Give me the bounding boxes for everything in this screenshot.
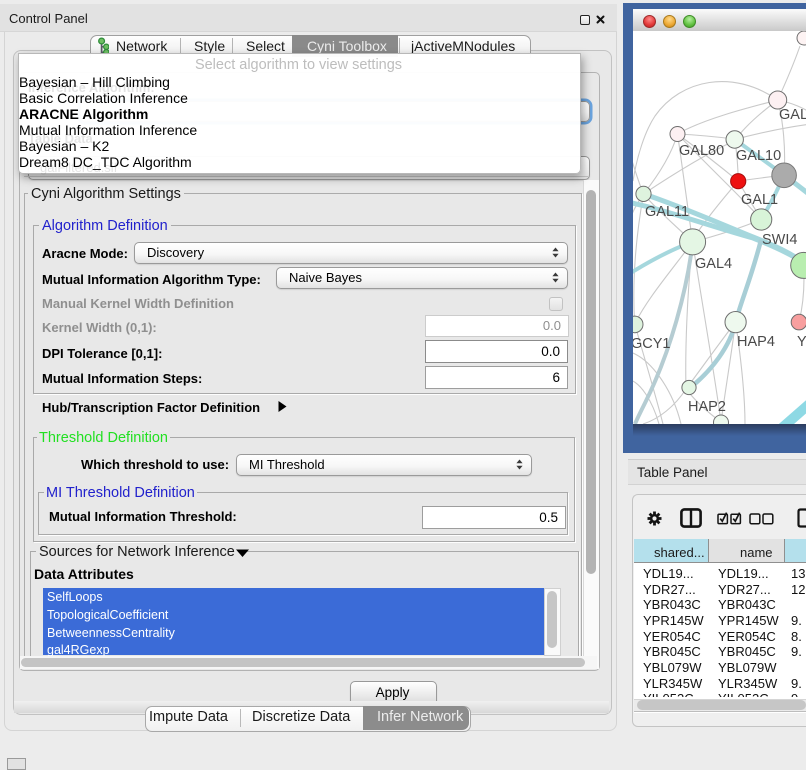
svg-text:GAL1: GAL1 [741,192,778,208]
svg-text:GAL4: GAL4 [695,256,732,272]
svg-text:GCY1: GCY1 [633,336,671,352]
svg-text:GAL11: GAL11 [645,204,689,220]
svg-text:GAL10: GAL10 [736,148,781,164]
svg-text:Y: Y [797,334,806,350]
svg-text:HAP4: HAP4 [737,334,775,350]
svg-text:SWI4: SWI4 [762,232,797,248]
svg-text:HAP2: HAP2 [688,399,726,415]
svg-text:GAL7: GAL7 [779,107,806,123]
svg-text:GAL80: GAL80 [679,143,724,159]
